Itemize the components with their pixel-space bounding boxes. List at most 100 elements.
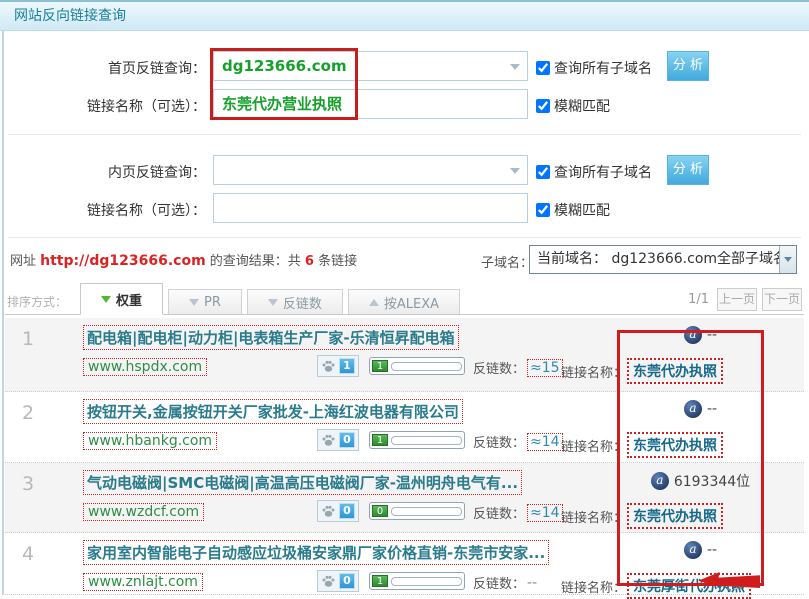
link-name: 链接名称： 东莞代办执照 bbox=[561, 432, 723, 458]
alexa-rank: a -- bbox=[633, 541, 768, 559]
home-backlink-query-label: 首页反链查询： bbox=[6, 58, 206, 78]
result-url-link[interactable]: www.hspdx.com bbox=[83, 358, 207, 376]
row-index: 4 bbox=[22, 543, 34, 565]
result-summary-suffix: 条链接 bbox=[314, 254, 357, 269]
link-name-input-2[interactable] bbox=[213, 193, 528, 223]
table-row: 4 家用室内智能电子自动感应垃圾桶安家鼎厂家价格直销-东莞市安家... www.… bbox=[5, 533, 804, 595]
sort-tab-weight-label: 权重 bbox=[116, 290, 142, 309]
link-name-value: 东莞厚街代办执照 bbox=[627, 573, 751, 599]
analyze-button-2[interactable]: 分 析 bbox=[667, 155, 709, 185]
link-name-input-1[interactable]: 东莞代办营业执照 bbox=[213, 89, 528, 119]
subdomain-checkbox-2[interactable]: 查询所有子域名 bbox=[536, 162, 652, 182]
home-backlink-query-value: dg123666.com bbox=[214, 52, 527, 80]
link-name-label: 链接名称： bbox=[561, 436, 626, 455]
pr-groove bbox=[391, 507, 462, 516]
result-title-link[interactable]: 按钮开关,金属按钮开关厂家批发-上海红波电器有限公司 bbox=[83, 399, 463, 424]
home-backlink-query-combobox[interactable]: dg123666.com bbox=[213, 51, 528, 81]
section-divider bbox=[8, 134, 801, 135]
link-name-value: 东莞代办执照 bbox=[627, 432, 723, 458]
alexa-icon: a bbox=[684, 326, 702, 344]
baidu-weight-indicator: 1 bbox=[317, 355, 359, 377]
fuzzy-checkbox-2-input[interactable] bbox=[536, 203, 550, 217]
pr-value-chip: 1 bbox=[372, 360, 388, 372]
arrow-down-icon bbox=[268, 299, 278, 306]
backlink-count-label: 反链数： bbox=[473, 358, 525, 377]
fuzzy-checkbox-1[interactable]: 模糊匹配 bbox=[536, 96, 610, 116]
inner-backlink-query-combobox[interactable] bbox=[213, 155, 528, 185]
baidu-weight-badge: 0 bbox=[339, 503, 355, 519]
analyze-button-1[interactable]: 分 析 bbox=[667, 51, 709, 81]
subdomain-checkbox-1-label: 查询所有子域名 bbox=[554, 58, 652, 78]
pr-bar: 1 bbox=[369, 357, 465, 375]
baidu-weight-indicator: 0 bbox=[317, 500, 359, 522]
result-summary-middle: 的查询结果：共 bbox=[206, 254, 305, 269]
paw-icon bbox=[321, 574, 336, 589]
subdomain-checkbox-2-input[interactable] bbox=[536, 165, 550, 179]
subdomain-checkbox-1[interactable]: 查询所有子域名 bbox=[536, 58, 652, 78]
link-name-label: 链接名称： bbox=[561, 362, 626, 381]
alexa-rank-value: -- bbox=[707, 401, 717, 417]
backlink-count-value: -- bbox=[527, 575, 537, 591]
alexa-rank-value: -- bbox=[707, 542, 717, 558]
result-title-link[interactable]: 配电箱|配电柜|动力柜|电表箱生产厂家-乐清恒昇配电箱 bbox=[83, 325, 459, 350]
link-name: 链接名称： 东莞代办执照 bbox=[561, 503, 723, 529]
sort-tab-alexa-label: 按ALEXA bbox=[384, 293, 439, 312]
prev-page-button[interactable]: 上一页 bbox=[717, 288, 757, 311]
fuzzy-checkbox-1-input[interactable] bbox=[536, 99, 550, 113]
chevron-down-icon[interactable] bbox=[779, 246, 796, 273]
next-page-button[interactable]: 下一页 bbox=[762, 288, 802, 311]
alexa-rank: a 6193344位 bbox=[633, 471, 768, 491]
alexa-rank: a -- bbox=[633, 326, 768, 344]
backlink-count-value: ≈14 bbox=[527, 433, 563, 451]
backlink-count: 反链数： ≈15 bbox=[473, 358, 563, 377]
baidu-weight-badge: 1 bbox=[339, 358, 355, 374]
alexa-rank-value: 6193344位 bbox=[674, 471, 750, 491]
link-name: 链接名称： 东莞厚街代办执照 bbox=[561, 573, 751, 599]
baidu-weight-indicator: 0 bbox=[317, 570, 359, 592]
table-row: 3 气动电磁阀|SMC电磁阀|高温高压电磁阀厂家-温州明舟电气有... www.… bbox=[5, 463, 804, 533]
link-name-value: 东莞代办执照 bbox=[627, 358, 723, 384]
sort-tab-pr[interactable]: PR bbox=[168, 289, 242, 315]
page-title: 网站反向链接查询 bbox=[0, 0, 809, 31]
fuzzy-checkbox-2[interactable]: 模糊匹配 bbox=[536, 200, 610, 220]
sort-tabs: 权重 PR 反链数 按ALEXA bbox=[80, 283, 465, 315]
page-info: 1/1 bbox=[688, 292, 709, 307]
sort-tab-backlinks[interactable]: 反链数 bbox=[247, 289, 343, 315]
backlink-count: 反链数： ≈14 bbox=[473, 432, 563, 451]
table-row: 2 按钮开关,金属按钮开关厂家批发-上海红波电器有限公司 www.hbankg.… bbox=[5, 392, 804, 463]
subdomain-selected-value: 当前域名： dg123666.com全部子域名 bbox=[537, 251, 787, 267]
result-url-link[interactable]: www.wzdcf.com bbox=[83, 503, 204, 521]
chevron-down-icon[interactable] bbox=[510, 168, 520, 174]
alexa-icon: a bbox=[684, 541, 702, 559]
link-name-label: 链接名称： bbox=[561, 507, 626, 526]
backlink-count-label: 反链数： bbox=[473, 432, 525, 451]
backlink-count: 反链数： ≈14 bbox=[473, 503, 563, 522]
backlink-count-label: 反链数： bbox=[473, 573, 525, 592]
row-index: 1 bbox=[22, 328, 34, 350]
sort-bar: 排序方式： 权重 PR 反链数 按ALEXA 1/1 上一页 下一页 bbox=[5, 283, 804, 315]
chevron-down-icon[interactable] bbox=[510, 64, 520, 70]
sort-tab-weight[interactable]: 权重 bbox=[80, 283, 163, 315]
pr-bar: 1 bbox=[369, 431, 465, 449]
pr-value-chip: 0 bbox=[372, 505, 388, 517]
result-title-link[interactable]: 气动电磁阀|SMC电磁阀|高温高压电磁阀厂家-温州明舟电气有... bbox=[83, 470, 522, 495]
sort-tab-pr-label: PR bbox=[204, 295, 221, 310]
sort-tab-alexa[interactable]: 按ALEXA bbox=[348, 289, 460, 315]
result-title-link[interactable]: 家用室内智能电子自动感应垃圾桶安家鼎厂家价格直销-东莞市安家... bbox=[83, 540, 549, 565]
subdomain-select[interactable]: 当前域名： dg123666.com全部子域名 bbox=[529, 245, 797, 274]
paw-icon bbox=[321, 359, 336, 374]
pr-bar: 0 bbox=[369, 502, 465, 520]
link-name-label-1: 链接名称（可选）： bbox=[6, 96, 206, 116]
result-url-link[interactable]: www.znlajt.com bbox=[83, 573, 203, 591]
link-name: 链接名称： 东莞代办执照 bbox=[561, 358, 723, 384]
subdomain-checkbox-2-label: 查询所有子域名 bbox=[554, 162, 652, 182]
result-url-link[interactable]: www.hbankg.com bbox=[83, 432, 217, 450]
link-name-label: 链接名称： bbox=[561, 577, 626, 596]
sort-tab-backlinks-label: 反链数 bbox=[283, 293, 322, 312]
alexa-icon: a bbox=[684, 400, 702, 418]
backlink-count-value: ≈15 bbox=[527, 359, 563, 377]
pr-groove bbox=[391, 362, 462, 371]
inner-backlink-query-label: 内页反链查询： bbox=[6, 162, 206, 182]
left-border-line bbox=[2, 31, 4, 595]
subdomain-checkbox-1-input[interactable] bbox=[536, 61, 550, 75]
